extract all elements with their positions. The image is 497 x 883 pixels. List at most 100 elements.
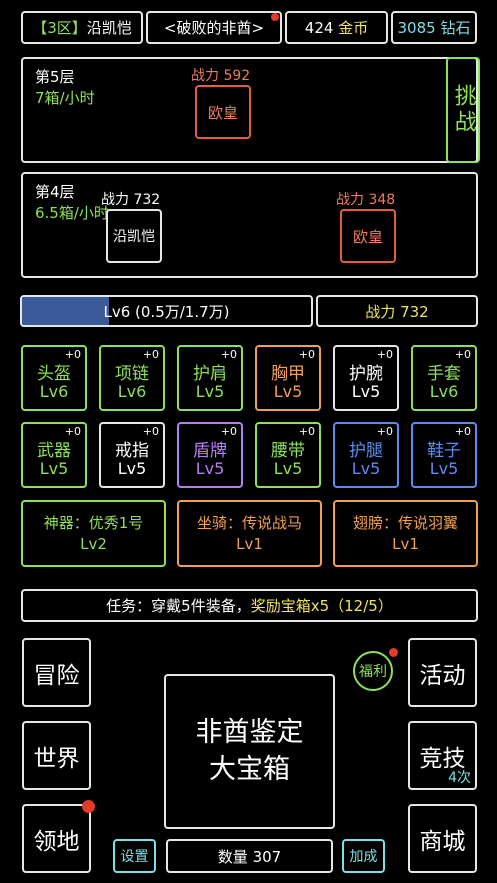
floor-4-self-power: 战力 732 [101, 192, 161, 208]
floor-4-panel: 第4层 6.5箱/小时 战力 732 沿凯恺 战力 348 欧皇 [21, 172, 478, 278]
gold-label: 金币 [338, 19, 369, 37]
equipment-name: 胸甲 [271, 364, 305, 384]
shop-button[interactable]: 商城 [408, 804, 477, 873]
equipment-level: Lv5 [195, 382, 225, 401]
challenge-label: 挑战 [450, 84, 476, 136]
extra-slot[interactable]: 坐骑：传说战马 Lv1 [177, 500, 322, 567]
equipment-level: Lv5 [351, 382, 381, 401]
chest-title-line1: 非酋鉴定 [195, 717, 304, 749]
level-progress-bar: Lv6 (0.5万/1.7万) [20, 295, 313, 327]
extra-name: 神器：优秀1号 [43, 513, 144, 532]
extra-name: 坐骑：传说战马 [196, 513, 302, 532]
guild-box[interactable]: <破败的非酋> [146, 11, 282, 44]
floor-5-enemy[interactable]: 欧皇 [195, 85, 251, 139]
equipment-name: 盾牌 [193, 441, 227, 461]
task-bar[interactable]: 任务：穿戴5件装备， 奖励宝箱x5（12/5） [21, 589, 478, 622]
extra-name: 翅膀：传说羽翼 [352, 513, 458, 532]
equipment-slot[interactable]: +0 项链 Lv6 [99, 345, 165, 411]
floor-5-rate: 7箱/小时 [35, 89, 95, 107]
activity-label: 活动 [419, 662, 466, 689]
welfare-label: 福利 [359, 664, 387, 680]
equipment-slot[interactable]: +0 手套 Lv6 [411, 345, 477, 411]
equipment-name: 手套 [427, 364, 461, 384]
equipment-level: Lv5 [195, 459, 225, 478]
extra-slot[interactable]: 翅膀：传说羽翼 Lv1 [333, 500, 478, 567]
task-reward: 奖励宝箱x5（12/5） [250, 597, 393, 615]
chest-count-box: 数量 307 [166, 839, 333, 873]
player-name: 沿凯恺 [86, 19, 132, 37]
equipment-level: Lv5 [273, 459, 303, 478]
settings-label: 设置 [120, 849, 149, 865]
territory-button[interactable]: 领地 [22, 804, 91, 873]
task-text: 任务：穿戴5件装备， [106, 597, 251, 615]
equipment-level: Lv5 [39, 459, 69, 478]
equipment-slot[interactable]: +0 头盔 Lv6 [21, 345, 87, 411]
territory-notify-dot [82, 800, 95, 813]
equipment-name: 护肩 [193, 364, 227, 384]
settings-button[interactable]: 设置 [113, 839, 156, 873]
equipment-level: Lv5 [351, 459, 381, 478]
equipment-slot[interactable]: +0 胸甲 Lv5 [255, 345, 321, 411]
power-box: 战力 732 [316, 295, 478, 327]
gold-amount: 424 [304, 18, 334, 37]
equipment-slot[interactable]: +0 鞋子 Lv5 [411, 422, 477, 488]
floor-5-enemy-name: 欧皇 [207, 103, 238, 122]
diamond-amount: 3085 [397, 18, 436, 37]
equipment-slot[interactable]: +0 护腿 Lv5 [333, 422, 399, 488]
floor-5-panel: 第5层 7箱/小时 战力 592 欧皇 挑战 [21, 57, 480, 163]
equipment-name: 腰带 [271, 441, 305, 461]
floor-4-enemy-name: 欧皇 [352, 227, 383, 246]
equipment-slot[interactable]: +0 腰带 Lv5 [255, 422, 321, 488]
boost-button[interactable]: 加成 [342, 839, 385, 873]
equipment-slot[interactable]: +0 武器 Lv5 [21, 422, 87, 488]
floor-4-self[interactable]: 沿凯恺 [106, 209, 162, 263]
equipment-slot[interactable]: +0 戒指 Lv5 [99, 422, 165, 488]
floor-4-name: 第4层 [35, 183, 75, 201]
equipment-slot[interactable]: +0 护腕 Lv5 [333, 345, 399, 411]
floor-5-enemy-power: 战力 592 [191, 68, 251, 84]
arena-button[interactable]: 竞技 4次 [408, 721, 477, 790]
extra-slot[interactable]: 神器：优秀1号 Lv2 [21, 500, 166, 567]
extra-level: Lv2 [80, 534, 107, 553]
world-button[interactable]: 世界 [22, 721, 91, 790]
challenge-button[interactable]: 挑战 [446, 57, 480, 163]
equipment-name: 武器 [37, 441, 71, 461]
equipment-slot[interactable]: +0 护肩 Lv5 [177, 345, 243, 411]
equipment-name: 鞋子 [427, 441, 461, 461]
equipment-level: Lv5 [429, 459, 459, 478]
power-label: 战力 732 [365, 302, 429, 321]
floor-4-enemy-power: 战力 348 [336, 192, 396, 208]
zone-player-box[interactable]: 【3区】 沿凯恺 [21, 11, 143, 44]
chest-button[interactable]: 非酋鉴定 大宝箱 [164, 674, 335, 829]
boost-label: 加成 [349, 849, 378, 865]
adventure-label: 冒险 [33, 662, 80, 689]
shop-label: 商城 [419, 828, 466, 855]
diamond-label: 钻石 [440, 19, 471, 37]
equipment-name: 护腕 [349, 364, 383, 384]
equipment-name: 护腿 [349, 441, 383, 461]
equipment-level: Lv5 [117, 459, 147, 478]
equipment-level: Lv6 [117, 382, 147, 401]
adventure-button[interactable]: 冒险 [22, 638, 91, 707]
equipment-level: Lv6 [39, 382, 69, 401]
floor-4-rate: 6.5箱/小时 [35, 204, 109, 222]
activity-button[interactable]: 活动 [408, 638, 477, 707]
world-label: 世界 [33, 745, 80, 772]
chest-count: 数量 307 [217, 847, 282, 866]
zone-label: 【3区】 [32, 19, 87, 37]
floor-4-self-name: 沿凯恺 [113, 229, 155, 245]
extra-level: Lv1 [236, 534, 263, 553]
floor-5-name: 第5层 [35, 68, 75, 86]
gold-box: 424 金币 [285, 11, 388, 44]
welfare-button[interactable]: 福利 [353, 651, 393, 691]
chest-title-line2: 大宝箱 [209, 753, 290, 785]
floor-4-enemy[interactable]: 欧皇 [340, 209, 396, 263]
territory-label: 领地 [33, 828, 80, 855]
guild-name: <破败的非酋> [163, 19, 265, 37]
guild-notify-dot [271, 13, 279, 21]
level-progress-label: Lv6 (0.5万/1.7万) [103, 302, 230, 321]
extra-level: Lv1 [392, 534, 419, 553]
equipment-name: 戒指 [115, 441, 149, 461]
equipment-level: Lv6 [429, 382, 459, 401]
equipment-slot[interactable]: +0 盾牌 Lv5 [177, 422, 243, 488]
